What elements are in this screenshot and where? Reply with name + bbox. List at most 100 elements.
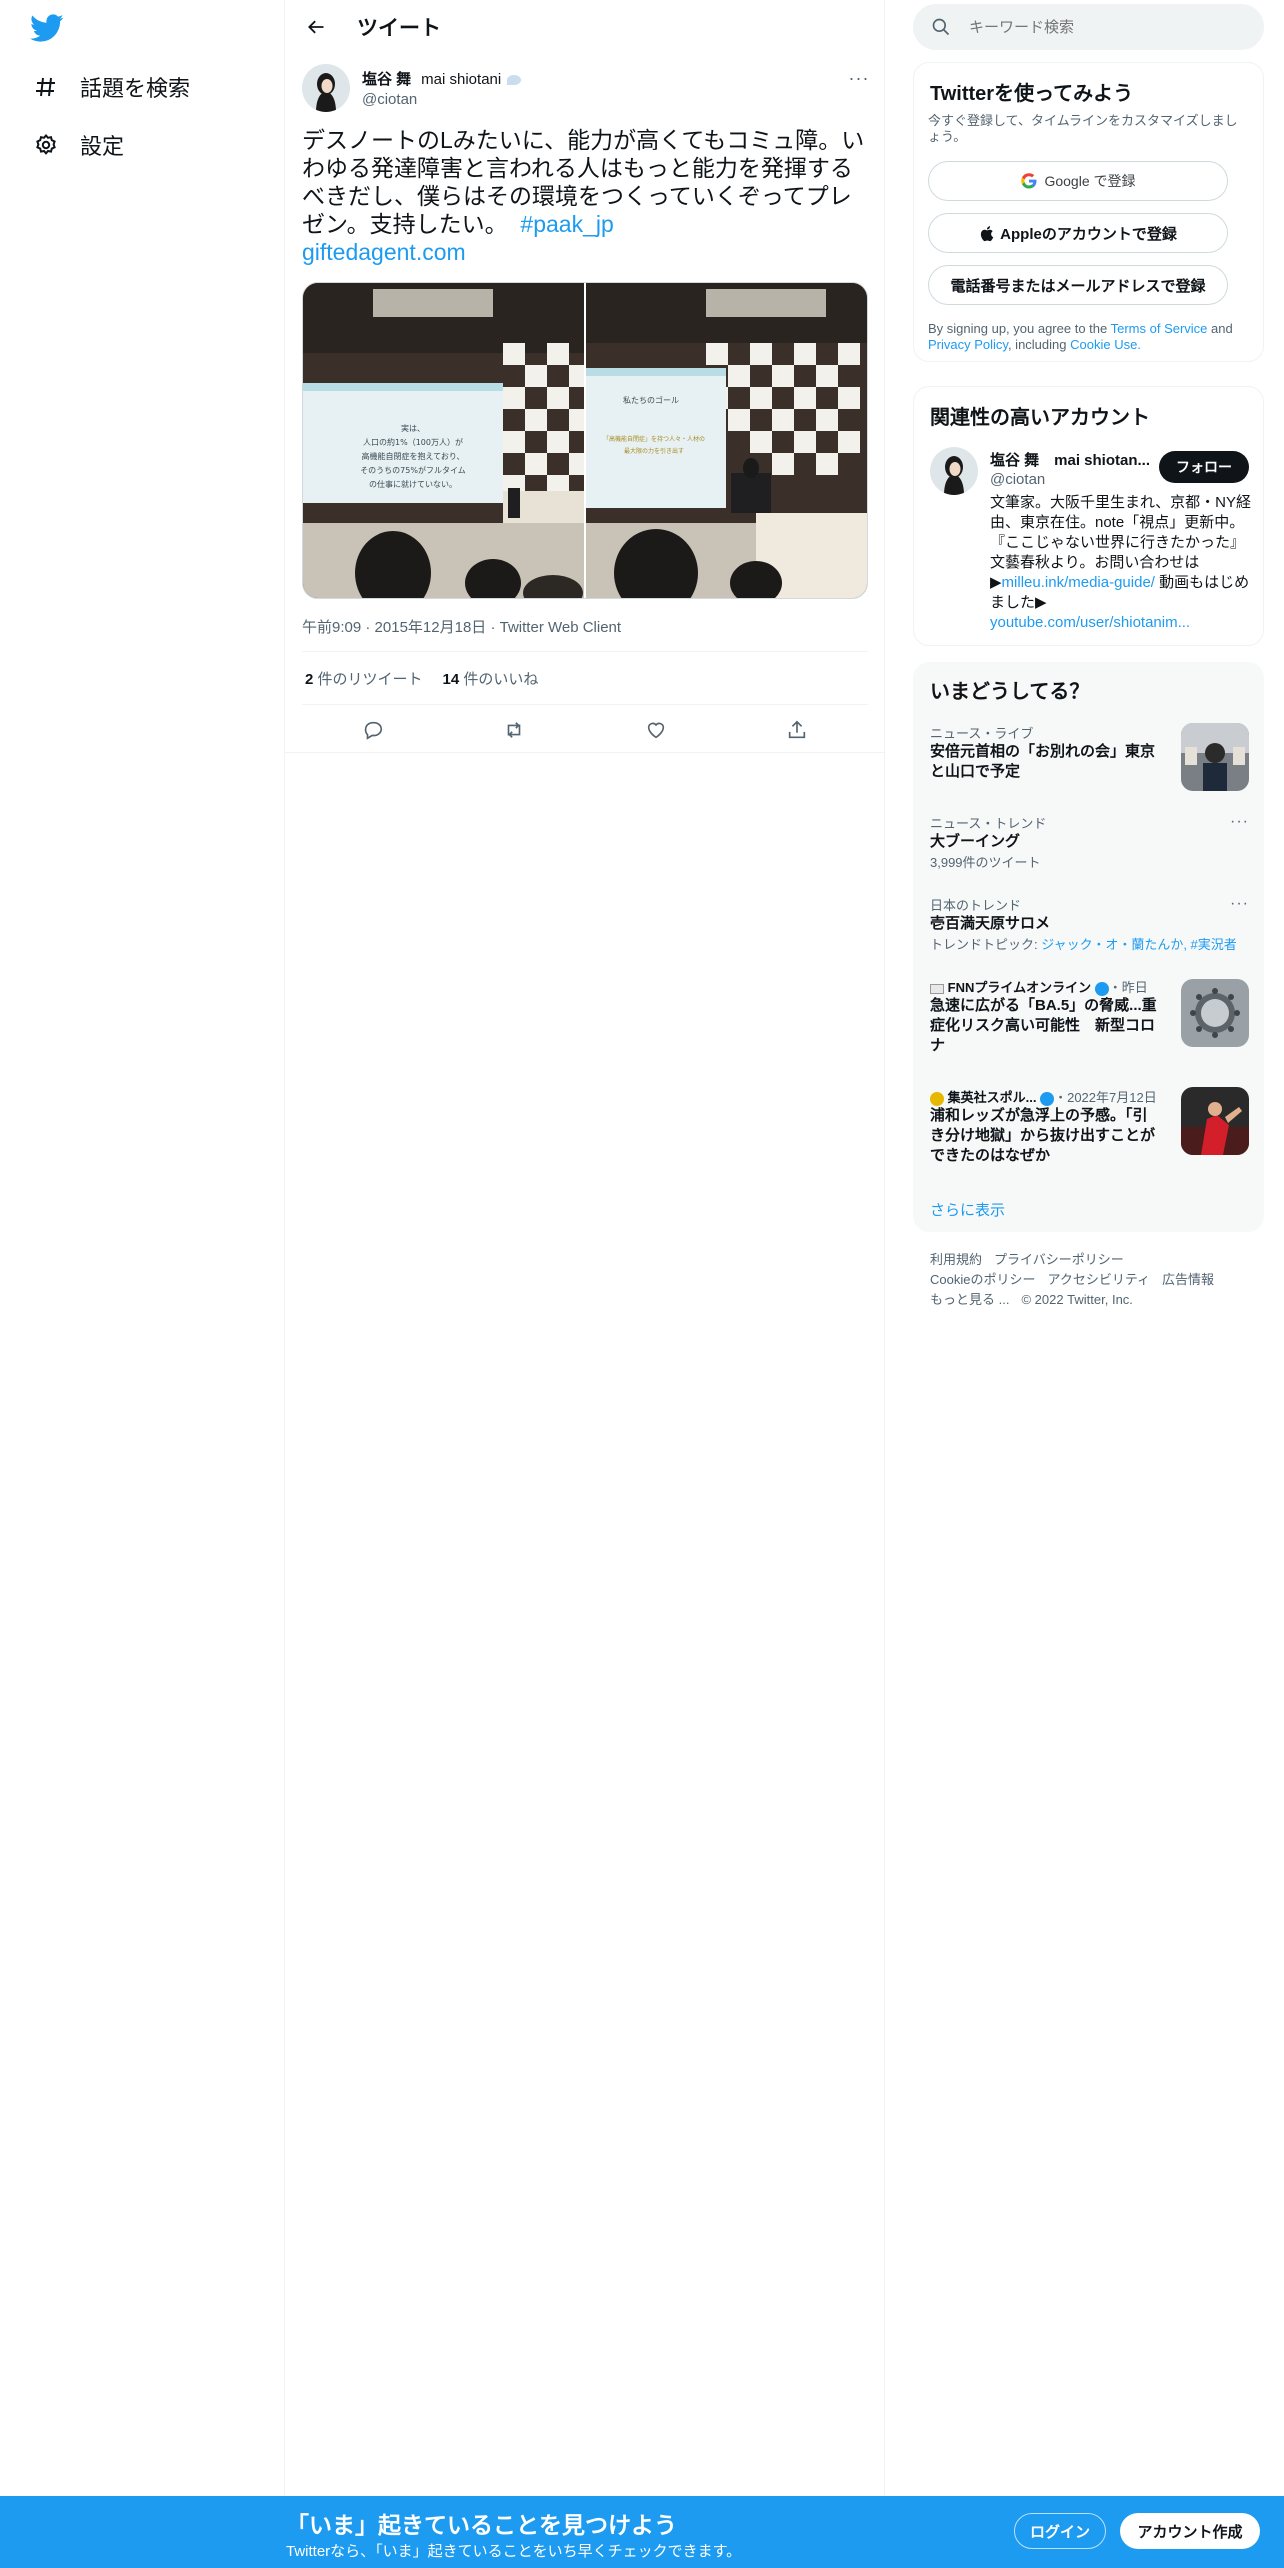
trend-category: 日本のトレンド [930,898,1022,913]
search-input[interactable] [969,18,1249,36]
avatar[interactable] [930,447,978,495]
apple-icon [979,225,994,242]
news-source-name: FNNプライムオンライン [947,980,1092,995]
trend-topics: トレンドトピック: ジャック・オ・蘭たんか, #実況者 [930,934,1250,953]
author-name-jp: 塩谷 舞 [362,71,412,88]
trends-card: いまどうしてる？ ニュース・ライブ 安倍元首相の「お別れの会」東京と山口で予定 … [913,662,1264,1232]
nav-item-explore[interactable]: 話題を検索 [32,67,190,107]
cookie-link[interactable]: Cookie Use. [1070,337,1141,352]
terms-link[interactable]: Terms of Service [1111,321,1208,336]
author-name[interactable]: 塩谷 舞 mai shiotani [362,68,522,89]
news-thumbnail[interactable] [1181,979,1249,1047]
footer-link[interactable]: アクセシビリティ [1047,1272,1150,1287]
heart-icon[interactable] [638,712,674,748]
like-count[interactable]: 14 件のいいね [443,668,539,689]
follow-button[interactable]: フォロー [1159,451,1249,483]
avatar[interactable] [302,64,350,112]
terms-and: and [1207,321,1233,336]
footer-link[interactable]: プライバシーポリシー [994,1252,1124,1267]
apple-signup-label: Appleのアカウントで登録 [1000,225,1177,243]
phone-email-signup-button[interactable]: 電話番号またはメールアドレスで登録 [928,265,1228,305]
author-name-en: mai shiotani [421,71,502,88]
share-icon[interactable] [779,712,815,748]
tweet-author: 塩谷 舞 mai shiotani @ciotan ··· [302,64,872,114]
relevant-account-bio: 文筆家。大阪千里生まれ、京都・NY経由、東京在住。note「視点」更新中。『ここ… [990,493,1252,633]
nav-item-settings[interactable]: 設定 [32,125,124,165]
back-arrow-icon[interactable] [299,10,333,44]
slide1-line-4: そのうちの75%がフルタイム [360,465,466,475]
slide2-line-1: 私たちのゴール [623,395,679,405]
more-options-icon[interactable]: ··· [1230,813,1249,831]
tweet-media: 実は、 人口の約1%（100万人）が 高機能自閉症を抱えており、 そのうちの75… [302,282,868,599]
footer-link[interactable]: 利用規約 [930,1252,982,1267]
login-button[interactable]: ログイン [1014,2513,1106,2549]
signup-card: Twitterを使ってみよう 今すぐ登録して、タイムラインをカスタマイズしましょ… [913,62,1264,362]
trend-title: 安倍元首相の「お別れの会」東京と山口で予定 [930,743,1156,780]
main-column: ツイート 塩谷 舞 mai shiotani @ciotan ··· デスノートの… [285,0,885,2496]
search-icon [931,17,951,37]
more-options-icon[interactable]: ··· [846,68,872,88]
tweet-link[interactable]: giftedagent.com [302,239,466,265]
apple-signup-button[interactable]: Appleのアカウントで登録 [928,213,1228,253]
relevant-account-handle[interactable]: @ciotan [990,471,1045,488]
retweet-count-label: 件のリツイート [317,671,423,688]
author-handle[interactable]: @ciotan [362,91,417,108]
tweet-date[interactable]: 2015年12月18日 [375,619,487,636]
slide1-line-1: 実は、 [401,423,425,433]
divider [285,752,885,753]
trend-topic-links[interactable]: ジャック・オ・蘭たんか, #実況者 [1041,937,1237,952]
google-signup-button[interactable]: Google で登録 [928,161,1228,201]
nav-label-settings: 設定 [80,134,125,159]
trend-title: 壱百満天原サロメ [930,915,1051,932]
trends-title: いまどうしてる？ [930,681,1090,703]
gear-icon [32,131,60,159]
footer-link[interactable]: もっと見る ... [930,1292,1009,1307]
news-time: ・昨日 [1108,980,1148,995]
banner-title: 「いま」起きていることを見つけよう [286,2512,677,2538]
trend-topic-label: トレンドトピック: [930,937,1042,952]
verified-badge-icon [1040,1091,1055,1106]
shueisha-logo-icon [930,1091,944,1106]
nav-label-explore: 話題を検索 [80,76,191,101]
slide2-line-3: 最大限の力を引き出す [624,447,684,455]
tweet-time[interactable]: 午前9:09 [302,619,361,636]
tweet-photo-2[interactable]: 私たちのゴール 「高機能自閉症」を持つ人々・人材の 最大限の力を引き出す [586,283,867,598]
bio-link-1[interactable]: milleu.ink/media-guide/ [1002,574,1155,591]
verified-badge-icon [1094,981,1109,996]
more-options-icon[interactable]: ··· [1230,895,1249,913]
retweet-icon[interactable] [496,712,532,748]
retweet-count[interactable]: 2 件のリツイート [305,668,423,689]
footer-link[interactable]: Cookieのポリシー [930,1272,1035,1287]
tweet-hashtag[interactable]: #paak_jp [520,211,613,237]
search-bar[interactable] [913,4,1264,50]
trend-thumbnail[interactable] [1181,723,1249,791]
footer-links: 利用規約 プライバシーポリシー Cookieのポリシー アクセシビリティ 広告情報 も… [930,1250,1260,1310]
relevant-account-name[interactable]: 塩谷 舞 mai shiotan... [990,449,1150,470]
news-title: 浦和レッズが急浮上の予感。「引き分け地獄」から抜け出すことができたのはなぜか [930,1107,1156,1164]
news-source-name: 集英社スポル... [947,1090,1037,1105]
footer-link[interactable]: 広告情報 [1162,1272,1214,1287]
divider [302,704,868,705]
slide1-line-3: 高機能自閉症を抱えており、 [361,451,464,461]
trend-item[interactable]: ニュース・トレンド 大ブーイング 3,999件のツイート [930,813,1250,871]
reply-icon[interactable] [355,712,391,748]
slide1-line-5: の仕事に就けていない。 [369,479,457,489]
relevant-accounts-card: 関連性の高いアカウント 塩谷 舞 mai shiotan... @ciotan … [913,386,1264,646]
news-time: ・2022年7月12日 [1054,1090,1157,1105]
copyright: © 2022 Twitter, Inc. [1021,1292,1133,1307]
tweet-photo-1[interactable]: 実は、 人口の約1%（100万人）が 高機能自閉症を抱えており、 そのうちの75… [303,283,584,598]
twitter-bird-icon[interactable] [30,14,66,50]
divider [302,651,868,652]
page-title: ツイート [357,17,441,40]
like-count-label: 件のいいね [463,671,539,688]
show-more-link[interactable]: さらに表示 [930,1199,1005,1220]
signup-title: Twitterを使ってみよう [930,83,1134,105]
news-thumbnail[interactable] [1181,1087,1249,1155]
slide2-line-2: 「高機能自閉症」を持つ人々・人材の [603,435,705,443]
trend-item[interactable]: 日本のトレンド 壱百満天原サロメ トレンドトピック: ジャック・オ・蘭たんか, … [930,895,1250,953]
left-nav: 話題を検索 設定 [0,0,285,2496]
signup-button[interactable]: アカウント作成 [1120,2513,1260,2549]
bio-link-2[interactable]: youtube.com/user/shiotanim... [990,614,1190,631]
privacy-link[interactable]: Privacy Policy [928,337,1008,352]
google-signup-label: Google で登録 [1044,173,1136,189]
